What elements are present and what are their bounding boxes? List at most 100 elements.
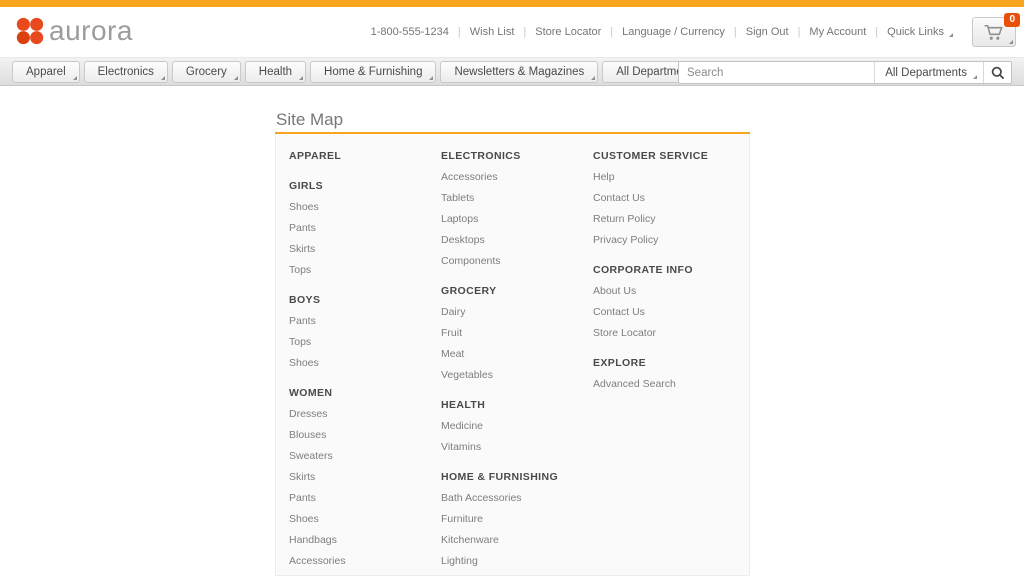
search-input[interactable]: [679, 62, 875, 83]
header-links: 1-800-555-1234 | Wish List | Store Locator | L…: [371, 26, 962, 38]
sitemap-link-kitchenware[interactable]: Kitchenware: [441, 529, 593, 550]
header-link-store-locator[interactable]: Store Locator: [535, 26, 601, 38]
dropdown-corner-icon: [72, 76, 77, 80]
main-nav: Apparel Electronics Grocery Health Home & Fu…: [0, 57, 1024, 86]
nav-tab-label: Home & Furnishing: [324, 66, 423, 78]
sitemap-link-sweaters[interactable]: Sweaters: [289, 445, 441, 466]
search-button[interactable]: [983, 62, 1011, 83]
sitemap-heading-electronics[interactable]: ELECTRONICS: [441, 145, 593, 166]
brand-logo[interactable]: aurora: [16, 17, 133, 45]
sitemap-heading-girls[interactable]: GIRLS: [289, 175, 441, 196]
sitemap-link-medicine[interactable]: Medicine: [441, 415, 593, 436]
nav-tab-apparel[interactable]: Apparel: [12, 61, 80, 83]
separator: |: [875, 26, 879, 38]
sitemap-link-tops[interactable]: Tops: [289, 331, 441, 352]
search-scope-label: All Departments: [885, 66, 967, 79]
sitemap-link-return-policy[interactable]: Return Policy: [593, 208, 749, 229]
top-accent-bar: [0, 0, 1024, 7]
header-right: 1-800-555-1234 | Wish List | Store Locator | L…: [371, 7, 1020, 57]
header-link-language-currency[interactable]: Language / Currency: [622, 26, 725, 38]
sitemap-link-meat[interactable]: Meat: [441, 343, 593, 364]
sitemap-link-lighting[interactable]: Lighting: [441, 550, 593, 571]
sitemap-heading-health[interactable]: HEALTH: [441, 394, 593, 415]
sitemap-link-accessories[interactable]: Accessories: [289, 550, 441, 571]
nav-tab-label: Health: [258, 66, 293, 78]
sitemap-heading-explore[interactable]: EXPLORE: [593, 352, 749, 373]
sitemap-heading-home-furnishing[interactable]: HOME & FURNISHING: [441, 466, 593, 487]
search-icon: [991, 66, 1005, 80]
sitemap-link-laptops[interactable]: Laptops: [441, 208, 593, 229]
nav-tab-health[interactable]: Health: [244, 61, 307, 83]
nav-tabs: Apparel Electronics Grocery Health Home & Fu…: [12, 61, 713, 83]
header-link-my-account[interactable]: My Account: [809, 26, 866, 38]
sitemap-link-blouses[interactable]: Blouses: [289, 424, 441, 445]
sitemap-link-handbags[interactable]: Handbags: [289, 529, 441, 550]
page-title: Site Map: [276, 110, 344, 129]
sitemap-heading-customer-service[interactable]: CUSTOMER SERVICE: [593, 145, 749, 166]
sitemap-link-dairy[interactable]: Dairy: [441, 301, 593, 322]
cart-icon: [983, 23, 1005, 42]
sitemap-column-2: ELECTRONICS Accessories Tablets Laptops Desk…: [441, 136, 593, 575]
nav-tab-electronics[interactable]: Electronics: [83, 61, 168, 83]
cart-count-badge: 0: [1004, 13, 1020, 27]
sitemap-link-advanced-search[interactable]: Advanced Search: [593, 373, 749, 394]
separator: |: [523, 26, 527, 38]
sitemap-link-help[interactable]: Help: [593, 166, 749, 187]
sitemap-link-furniture[interactable]: Furniture: [441, 508, 593, 529]
separator: |: [797, 26, 801, 38]
sitemap-link-shoes[interactable]: Shoes: [289, 196, 441, 217]
sitemap-column-1: APPAREL GIRLS Shoes Pants Skirts Tops BOYS Pant…: [289, 136, 441, 575]
sitemap-link-components[interactable]: Components: [441, 250, 593, 271]
sitemap-link-shoes[interactable]: Shoes: [289, 508, 441, 529]
sitemap-link-vegetables[interactable]: Vegetables: [441, 364, 593, 385]
sitemap-link-tablets[interactable]: Tablets: [441, 187, 593, 208]
header-link-wish-list[interactable]: Wish List: [470, 26, 515, 38]
header-link-sign-out[interactable]: Sign Out: [746, 26, 789, 38]
sitemap-heading-corporate-info[interactable]: CORPORATE INFO: [593, 259, 749, 280]
brand-name: aurora: [49, 15, 133, 46]
separator: |: [457, 26, 461, 38]
sitemap-link-shoes[interactable]: Shoes: [289, 352, 441, 373]
quick-links-label: Quick Links: [887, 26, 944, 38]
sitemap-link-bath-accessories[interactable]: Bath Accessories: [441, 487, 593, 508]
sitemap-link-pants[interactable]: Pants: [289, 487, 441, 508]
sitemap-link-accessories[interactable]: Accessories: [441, 166, 593, 187]
sitemap-link-pants[interactable]: Pants: [289, 310, 441, 331]
sitemap-link-contact-us[interactable]: Contact Us: [593, 301, 749, 322]
sitemap-link-store-locator[interactable]: Store Locator: [593, 322, 749, 343]
search-scope-dropdown[interactable]: All Departments: [874, 62, 983, 83]
sitemap-link-fruit[interactable]: Fruit: [441, 322, 593, 343]
nav-tab-label: Electronics: [97, 66, 154, 78]
nav-tab-grocery[interactable]: Grocery: [171, 61, 241, 83]
dropdown-corner-icon: [591, 76, 596, 80]
cart-button[interactable]: 0: [972, 13, 1020, 47]
sitemap-link-desktops[interactable]: Desktops: [441, 229, 593, 250]
sitemap-heading-apparel[interactable]: APPAREL: [289, 145, 441, 166]
sitemap-link-pants[interactable]: Pants: [289, 217, 441, 238]
sitemap-link-skirts[interactable]: Skirts: [289, 238, 441, 259]
dropdown-corner-icon: [949, 33, 953, 37]
sitemap-link-contact-us[interactable]: Contact Us: [593, 187, 749, 208]
sitemap-link-about-us[interactable]: About Us: [593, 280, 749, 301]
nav-tab-home-furnishing[interactable]: Home & Furnishing: [310, 61, 437, 83]
dropdown-corner-icon: [299, 76, 304, 80]
search-bar: All Departments: [678, 61, 1012, 84]
sitemap-panel: APPAREL GIRLS Shoes Pants Skirts Tops BOYS Pant…: [275, 134, 750, 576]
sitemap-heading-women[interactable]: WOMEN: [289, 382, 441, 403]
phone-number: 1-800-555-1234: [370, 26, 449, 38]
dropdown-corner-icon: [233, 76, 238, 80]
sitemap-link-skirts[interactable]: Skirts: [289, 466, 441, 487]
dropdown-corner-icon: [429, 76, 434, 80]
sitemap-link-dresses[interactable]: Dresses: [289, 403, 441, 424]
sitemap-heading-boys[interactable]: BOYS: [289, 289, 441, 310]
nav-tab-label: Apparel: [26, 66, 66, 78]
header-link-quick-links[interactable]: Quick Links: [887, 26, 953, 38]
sitemap-link-privacy-policy[interactable]: Privacy Policy: [593, 229, 749, 250]
dropdown-corner-icon: [160, 76, 165, 80]
nav-tab-newsletters-magazines[interactable]: Newsletters & Magazines: [440, 61, 599, 83]
flower-icon: [16, 17, 44, 45]
sitemap-link-vitamins[interactable]: Vitamins: [441, 436, 593, 457]
sitemap-link-tops[interactable]: Tops: [289, 259, 441, 280]
sitemap-heading-grocery[interactable]: GROCERY: [441, 280, 593, 301]
dropdown-corner-icon: [1009, 40, 1013, 44]
